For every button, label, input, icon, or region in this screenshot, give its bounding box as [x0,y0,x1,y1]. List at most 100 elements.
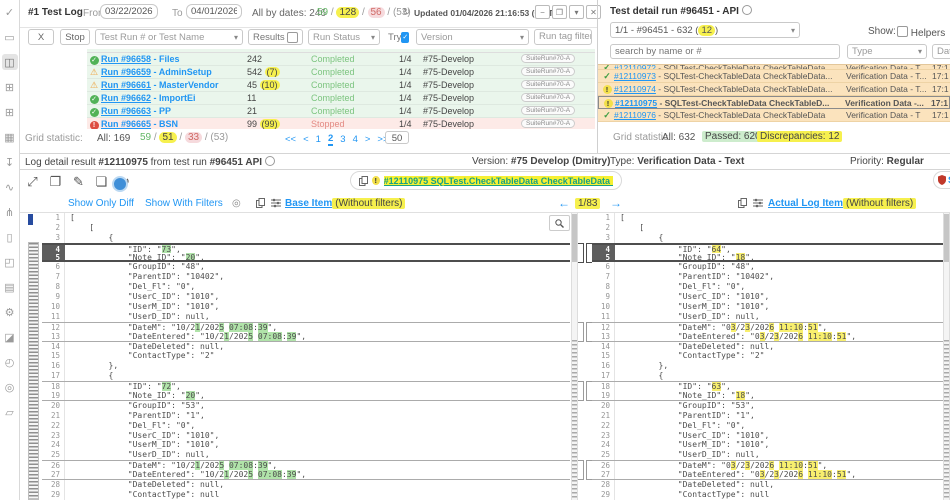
next-diff-arrow[interactable]: → [610,196,622,210]
result-id-link[interactable]: #12110974 [614,84,656,94]
left-pane-scrollbar[interactable] [571,213,578,500]
diff-line[interactable]: 14 "DateDeleted": null, [592,342,944,352]
diff-line[interactable]: 8 "Del_Fl": "0", [42,282,570,292]
run-status-combo[interactable]: Run Status▾ [308,29,380,45]
doc-export-icon[interactable]: ↧ [2,154,18,170]
duplicate-icon[interactable]: ❏ [94,174,109,189]
diff-line[interactable]: 1[ [592,213,944,223]
page-button[interactable]: > [365,134,371,145]
diff-line[interactable]: 23 "UserC_ID": "1010", [42,431,570,441]
diff-line[interactable]: 5 "Note_ID": "18", [592,253,944,263]
diff-line[interactable]: 29 "ContactType": null [592,490,944,500]
run-link[interactable]: Run #96662 [101,93,151,103]
diff-line[interactable]: 11 "UserD_ID": null, [42,312,570,322]
diff-line[interactable]: 2 [ [42,223,570,233]
current-result-link[interactable]: #12110975 SQLTest.CheckTableData CheckTa… [384,176,613,186]
suite-tag[interactable]: SuiteRun#70-A [521,93,575,102]
page-size-input[interactable]: 50 [385,131,409,144]
table-row[interactable]: Run #96663 - PP 21 Completed 1/4 #75-Dev… [87,105,595,118]
close-button[interactable]: ✕ [586,5,601,19]
chart-icon[interactable]: ∿ [2,179,18,195]
diff-line[interactable]: 7 "ParentID": "10402", [592,272,944,282]
grid-add-icon-2[interactable]: ⊞ [2,104,18,120]
diff-line[interactable]: 16 }, [42,361,570,371]
diff-line[interactable]: 24 "UserM_ID": "1010", [592,440,944,450]
run-link[interactable]: Run #96665 [101,119,151,129]
log-detail-row[interactable]: #12110974 - SQLTest-CheckTableData Check… [598,83,950,96]
helpers-checkbox[interactable] [897,26,908,37]
test-run-search-combo[interactable]: Test Run # or Test Name▾ [95,29,243,45]
actual-copy-icon[interactable] [738,198,747,208]
result-id-link[interactable]: #12110975 [615,98,657,108]
page-button[interactable]: < [303,134,309,145]
table-row[interactable]: Run #96658 - Files 242 Completed 1/4 #75… [87,53,595,66]
diff-line[interactable]: 28 "DateDeleted": null, [592,480,944,490]
diff-line[interactable]: 14 "DateDeleted": null, [42,342,570,352]
copy-panels-icon[interactable]: ◫ [2,54,18,70]
diff-line[interactable]: 4 "ID": "64", [592,243,944,253]
result-id-link[interactable]: #12110976 [614,110,656,120]
try-checkbox[interactable]: ✓ [401,32,409,43]
actual-log-item-link[interactable]: Actual Log Item [768,198,843,209]
restore-button[interactable]: ❐ [552,5,567,19]
results-filter[interactable]: Results [248,29,303,45]
diff-line[interactable]: 17 { [592,371,944,381]
diff-line[interactable]: 22 "Del_Fl": "0", [42,421,570,431]
grid-add-icon[interactable]: ⊞ [2,79,18,95]
diff-map-bar[interactable] [28,242,39,500]
blue-status-icon[interactable] [112,176,128,192]
grid-icon[interactable]: ▦ [2,129,18,145]
diff-line[interactable]: 10 "UserM_ID": "1010", [592,302,944,312]
doc-clock-icon[interactable]: ◴ [2,354,18,370]
diff-line[interactable]: 2 [ [592,223,944,233]
run-link[interactable]: Run #96661 [101,80,151,90]
diff-line[interactable]: 12 "DateM": "10/21/2025 07:08:39", [42,322,570,332]
diff-line[interactable]: 25 "UserD_ID": null, [42,450,570,460]
clipboard-icon[interactable]: ▯ [2,229,18,245]
refresh-icon[interactable]: ↻ [402,7,410,18]
suite-tag[interactable]: SuiteRun#70-A [521,67,575,76]
diff-line[interactable]: 21 "ParentID": "1", [42,411,570,421]
diff-line[interactable]: 21 "ParentID": "1", [592,411,944,421]
run-tag-filter-input[interactable]: Run tag filter [534,29,592,45]
page-button[interactable]: 1 [316,134,321,145]
page-button[interactable]: 3 [340,134,345,145]
diff-line[interactable]: 22 "Del_Fl": "0", [592,421,944,431]
run-link[interactable]: Run #96663 [101,106,151,116]
run-select-combo[interactable]: 1/1 - #96451 - 632 (12) ▾ [610,22,800,38]
helpers-filter[interactable]: Helpers [897,26,945,39]
menu-button[interactable]: ▾ [569,5,584,19]
diff-line[interactable]: 13 "DateEntered": "03/23/2026 11:10:51", [592,332,944,342]
detail-search-input[interactable] [610,44,840,59]
note-icon[interactable]: ▱ [2,404,18,420]
base-item-link[interactable]: Base Item [285,198,332,209]
sql-button[interactable]: S [933,171,950,189]
run-link[interactable]: Run #96658 [101,54,151,64]
table-icon[interactable]: ▤ [2,279,18,295]
diff-line[interactable]: 9 "UserC_ID": "1010", [42,292,570,302]
diff-line[interactable]: 9 "UserC_ID": "1010", [592,292,944,302]
right-pane-scrollbar[interactable] [943,213,950,500]
gear-doc-icon[interactable]: ⚙ [2,304,18,320]
log-detail-row[interactable]: #12110975 - SQLTest-CheckTableData Check… [598,96,950,109]
page-button[interactable]: << [285,134,296,145]
diff-line[interactable]: 6 "GroupID": "48", [42,262,570,272]
table-row[interactable]: Run #96662 - ImportEi 11 Completed 1/4 #… [87,92,595,105]
diff-line[interactable]: 15 "ContactType": "2" [592,351,944,361]
filter-settings-icon[interactable]: ◎ [232,198,241,209]
copy-icon[interactable]: ❐ [48,174,63,189]
suite-tag[interactable]: SuiteRun#70-A [521,106,575,115]
show-only-diff-link[interactable]: Show Only Diff [68,198,134,209]
base-copy-icon[interactable] [256,198,265,208]
page-button[interactable]: 2 [328,133,333,146]
diff-line[interactable]: 17 { [42,371,570,381]
diff-line[interactable]: 13 "DateEntered": "10/21/2025 07:08:39", [42,332,570,342]
run-link[interactable]: Run #96659 [101,67,151,77]
base-tune-icon[interactable] [271,198,281,208]
screen-icon[interactable]: ▭ [2,29,18,45]
suite-tag[interactable]: SuiteRun#70-A [521,119,575,128]
diff-line[interactable]: 15 "ContactType": "2" [42,351,570,361]
diff-line[interactable]: 8 "Del_Fl": "0", [592,282,944,292]
fullscreen-icon[interactable]: ⤢ [25,174,40,189]
diff-line[interactable]: 12 "DateM": "03/23/2026 11:10:51", [592,322,944,332]
